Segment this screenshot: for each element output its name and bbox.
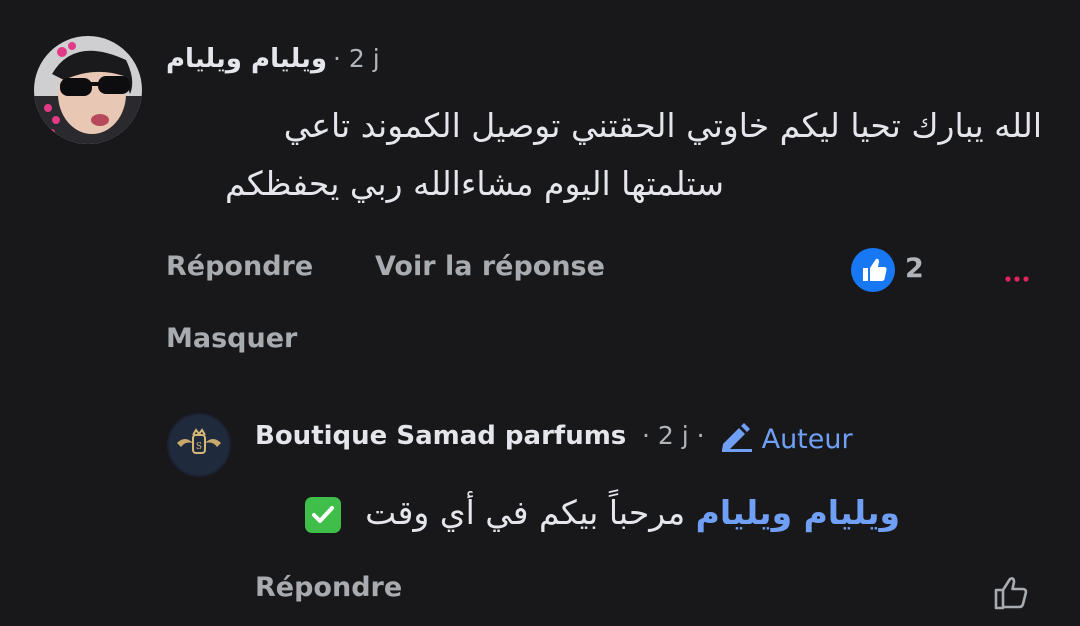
like-reaction-icon[interactable] bbox=[851, 248, 895, 292]
view-reply-button[interactable]: Voir la réponse bbox=[375, 251, 605, 282]
avatar-image bbox=[34, 36, 142, 144]
reply-message: مرحباً بيكم في أي وقت bbox=[365, 493, 686, 532]
comment-text-line-2: ستلمتها اليوم مشاءالله ربي يحفظكم bbox=[224, 164, 724, 203]
like-outline-icon[interactable] bbox=[990, 570, 1034, 614]
mention-link[interactable]: ويليام ويليام bbox=[696, 493, 900, 532]
comment-timestamp[interactable]: · 2 j bbox=[333, 44, 380, 73]
more-options-icon[interactable] bbox=[1004, 263, 1030, 283]
hide-button[interactable]: Masquer bbox=[166, 323, 297, 354]
svg-text:S: S bbox=[196, 442, 202, 452]
author-badge-label: Auteur bbox=[761, 424, 853, 455]
reply-author-name[interactable]: Boutique Samad parfums bbox=[255, 421, 626, 451]
reply-text: ويليام ويليام مرحباً بيكم في أي وقت bbox=[304, 484, 900, 542]
boutique-logo-icon: S bbox=[167, 413, 231, 477]
author-badge: Auteur bbox=[719, 420, 853, 455]
reply-timestamp[interactable]: · 2 j · bbox=[642, 421, 705, 450]
pencil-icon bbox=[722, 423, 752, 452]
reaction-count[interactable]: 2 bbox=[905, 253, 924, 284]
page-avatar[interactable]: S bbox=[167, 413, 231, 477]
commenter-avatar[interactable] bbox=[34, 36, 142, 144]
comment-text-line-1: الله يبارك تحيا ليكم خاوتي الحقتني توصيل… bbox=[283, 106, 1042, 145]
reply-reply-button[interactable]: Répondre bbox=[255, 572, 402, 603]
reply-button[interactable]: Répondre bbox=[166, 251, 313, 282]
check-mark-icon bbox=[304, 496, 341, 533]
comment-author-name[interactable]: ويليام ويليام bbox=[166, 44, 327, 74]
